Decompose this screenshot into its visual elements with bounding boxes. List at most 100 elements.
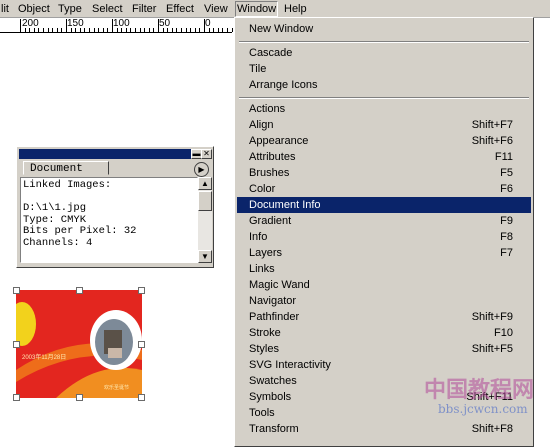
ruler-tick <box>181 28 182 32</box>
menu-edit[interactable]: lit <box>0 2 10 16</box>
menu-item-label: Tools <box>249 407 275 419</box>
selection-handle[interactable] <box>13 287 20 294</box>
ruler-tick <box>148 28 150 32</box>
menu-item-tile[interactable]: Tile <box>237 61 531 77</box>
menu-item-shortcut: F10 <box>494 327 513 339</box>
menu-item-label: Info <box>249 231 268 243</box>
ruler-tick <box>144 28 146 32</box>
menu-item-label: Align <box>249 119 274 131</box>
info-line: Channels: 4 <box>23 236 93 249</box>
ruler-tick <box>20 19 21 32</box>
menu-item-shortcut: Shift+F5 <box>471 343 513 355</box>
menu-item-info[interactable]: Info F8 <box>237 229 531 245</box>
menu-item-actions[interactable]: Actions <box>237 101 531 117</box>
selection-handle[interactable] <box>138 287 145 294</box>
ruler-tick <box>162 28 164 32</box>
ruler-label: 50 <box>159 18 171 29</box>
ruler-tick <box>66 19 67 32</box>
tab-document-info[interactable]: Document Info <box>23 161 109 189</box>
menu-item-color[interactable]: Color F6 <box>237 181 531 197</box>
menu-item-new-window[interactable]: New Window <box>237 21 531 37</box>
menu-item-label: Arrange Icons <box>249 79 318 91</box>
ruler-tick <box>56 28 58 32</box>
panel-menu-arrow-icon[interactable]: ▶ <box>194 162 209 177</box>
menu-item-arrange-icons[interactable]: Arrange Icons <box>237 77 531 93</box>
ruler-tick <box>38 28 40 32</box>
menu-item-layers[interactable]: Layers F7 <box>237 245 531 261</box>
menu-item-shortcut: F8 <box>500 231 513 243</box>
watermark-title: 中国教程网 <box>424 377 535 403</box>
scroll-down-icon[interactable]: ▼ <box>198 250 212 263</box>
menu-item-label: Transform <box>249 423 299 435</box>
menu-item-label: Stroke <box>249 327 281 339</box>
menu-object[interactable]: Object <box>17 2 51 16</box>
menu-select[interactable]: Select <box>91 2 124 16</box>
ruler-tick <box>139 28 141 32</box>
panel-titlebar[interactable]: ▬ ✕ <box>19 149 212 159</box>
menu-item-align[interactable]: Align Shift+F7 <box>237 117 531 133</box>
ruler-tick <box>167 28 169 32</box>
menu-item-navigator[interactable]: Navigator <box>237 293 531 309</box>
menu-item-pathfinder[interactable]: Pathfinder Shift+F9 <box>237 309 531 325</box>
menu-window[interactable]: Window <box>235 1 279 17</box>
ruler-tick <box>93 28 95 32</box>
selection-handle[interactable] <box>76 287 83 294</box>
menu-item-gradient[interactable]: Gradient F9 <box>237 213 531 229</box>
menu-separator <box>239 97 529 99</box>
menu-item-document-info[interactable]: Document Info <box>237 197 531 213</box>
menu-item-label: New Window <box>249 23 314 35</box>
menu-item-label: Cascade <box>249 47 293 59</box>
ruler-tick <box>98 28 100 32</box>
scroll-up-icon[interactable]: ▲ <box>198 177 212 190</box>
scroll-thumb[interactable] <box>198 191 212 211</box>
ruler-tick <box>213 28 215 32</box>
menu-help[interactable]: Help <box>283 2 308 16</box>
menu-item-cascade[interactable]: Cascade <box>237 45 531 61</box>
ruler-tick <box>70 28 72 32</box>
document-info-panel: ▬ ✕ Document Info ▶ Linked Images: D:\1\… <box>16 146 214 268</box>
selection-handle[interactable] <box>13 394 20 401</box>
menu-item-stroke[interactable]: Stroke F10 <box>237 325 531 341</box>
menu-item-brushes[interactable]: Brushes F5 <box>237 165 531 181</box>
watermark-url: bbs.jcwcn.com <box>438 402 528 416</box>
ruler-tick <box>125 28 127 32</box>
menu-item-links[interactable]: Links <box>237 261 531 277</box>
placed-image[interactable]: 2003年11月28日 欢乐圣诞节 <box>16 290 142 398</box>
ruler-tick <box>24 28 26 32</box>
document-info-content: Linked Images: D:\1\1.jpg Type: CMYK Bits … <box>20 177 198 263</box>
menu-item-label: Layers <box>249 247 283 259</box>
ruler-tick <box>47 28 49 32</box>
menu-item-label: Attributes <box>249 151 296 163</box>
menu-view[interactable]: View <box>203 2 229 16</box>
ruler-tick <box>43 28 44 32</box>
ruler-tick <box>208 28 210 32</box>
ruler-tick <box>112 19 113 32</box>
menu-item-label: Styles <box>249 343 279 355</box>
thumbnail-caption: 2003年11月28日 <box>22 355 67 361</box>
selection-handle[interactable] <box>138 394 145 401</box>
menu-item-svg-interactivity[interactable]: SVG Interactivity <box>237 357 531 373</box>
ruler-tick <box>75 28 77 32</box>
menu-filter[interactable]: Filter <box>131 2 157 16</box>
menu-item-label: Brushes <box>249 167 290 179</box>
menu-type[interactable]: Type <box>57 2 83 16</box>
horizontal-ruler: 200 150 100 50 0 <box>0 18 233 33</box>
selection-handle[interactable] <box>138 341 145 348</box>
thumbnail-caption: 欢乐圣诞节 <box>104 385 130 391</box>
menu-item-styles[interactable]: Styles Shift+F5 <box>237 341 531 357</box>
placed-image-art <box>16 290 142 398</box>
menu-item-magic-wand[interactable]: Magic Wand <box>237 277 531 293</box>
menu-item-appearance[interactable]: Appearance Shift+F6 <box>237 133 531 149</box>
menu-effect[interactable]: Effect <box>165 2 195 16</box>
ruler-tick <box>116 28 118 32</box>
panel-scrollbar[interactable]: ▲ ▼ <box>198 177 212 263</box>
ruler-tick <box>231 28 233 32</box>
info-line: Linked Images: <box>23 179 112 191</box>
menu-item-shortcut: F7 <box>500 247 513 259</box>
menu-item-attributes[interactable]: Attributes F11 <box>237 149 531 165</box>
close-icon[interactable]: ✕ <box>201 149 212 159</box>
ruler-tick <box>222 28 224 32</box>
selection-handle[interactable] <box>13 341 20 348</box>
menu-item-label: Color <box>249 183 276 195</box>
selection-handle[interactable] <box>76 394 83 401</box>
